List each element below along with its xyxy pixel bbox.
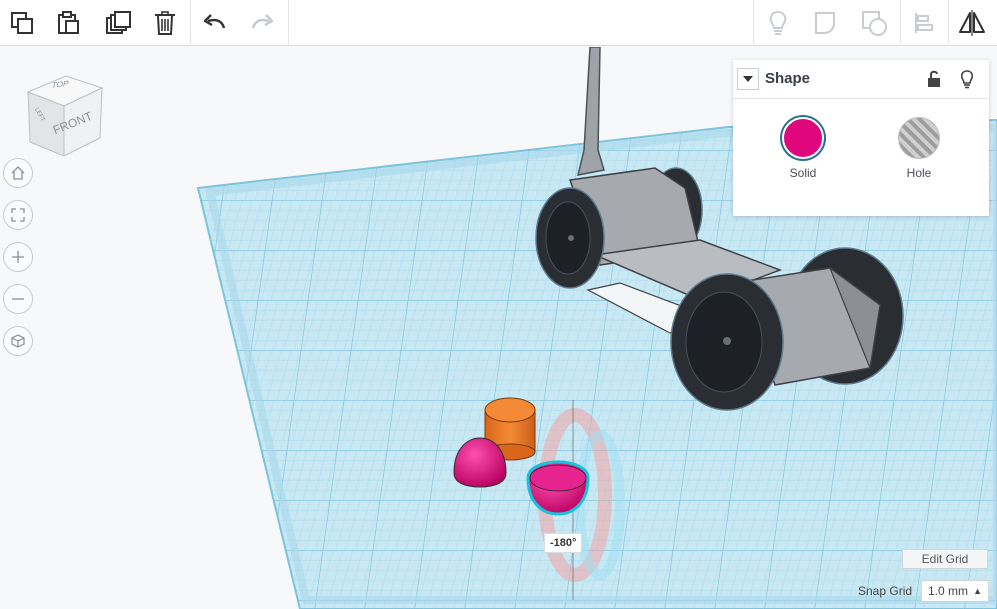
solid-color-swatch	[782, 117, 824, 159]
mirror-button[interactable]	[950, 0, 994, 46]
group-icon	[815, 12, 835, 34]
fit-view-icon	[11, 208, 25, 222]
align-icon	[915, 13, 933, 33]
zoom-in-icon	[12, 251, 24, 263]
edit-grid-button[interactable]: Edit Grid	[902, 549, 988, 569]
toolbar-divider	[190, 0, 191, 46]
zoom-out-button[interactable]	[3, 284, 33, 314]
shape-inspector-panel: Shape Solid Hole	[733, 60, 989, 216]
rotation-angle-readout: -180°	[544, 533, 583, 553]
duplicate-icon	[106, 11, 131, 34]
zoom-in-button[interactable]	[3, 242, 33, 272]
snap-grid-label: Snap Grid	[858, 584, 913, 598]
group-button[interactable]	[804, 0, 848, 46]
show-all-button[interactable]	[756, 0, 800, 46]
perspective-button[interactable]	[3, 326, 33, 356]
collapse-panel-button[interactable]	[737, 68, 759, 90]
copy-button[interactable]	[0, 0, 44, 46]
panel-title: Shape	[765, 70, 811, 87]
align-button[interactable]	[902, 0, 946, 46]
lightbulb-icon	[960, 70, 974, 89]
toolbar-divider	[900, 0, 901, 46]
ungroup-icon	[862, 11, 887, 36]
snap-grid-value: 1.0 mm	[928, 584, 969, 598]
toolbar-divider	[753, 0, 754, 46]
caret-down-icon	[743, 76, 753, 82]
mirror-icon	[959, 10, 985, 36]
home-view-button[interactable]	[3, 158, 33, 188]
zoom-out-icon	[12, 298, 24, 300]
redo-button[interactable]	[240, 0, 284, 46]
unlock-icon	[928, 70, 940, 87]
solid-label: Solid	[789, 166, 817, 180]
top-toolbar	[0, 0, 997, 46]
solid-option[interactable]: Solid	[773, 117, 833, 180]
duplicate-button[interactable]	[96, 0, 140, 46]
lock-button[interactable]	[924, 69, 944, 89]
view-cube[interactable]: TOP FRONT LEFT	[22, 72, 104, 162]
undo-icon	[203, 14, 226, 29]
toolbar-divider	[948, 0, 949, 46]
lightbulb-icon	[769, 10, 787, 35]
delete-icon	[155, 11, 175, 35]
panel-header: Shape	[733, 60, 989, 99]
hole-label: Hole	[906, 166, 932, 180]
home-view-icon	[11, 166, 25, 180]
undo-button[interactable]	[193, 0, 237, 46]
hole-option[interactable]: Hole	[889, 117, 949, 180]
perspective-icon	[11, 334, 25, 348]
hole-swatch	[898, 117, 940, 159]
ungroup-button[interactable]	[852, 0, 896, 46]
caret-up-icon: ▲	[973, 586, 982, 596]
hide-button[interactable]	[957, 69, 977, 89]
redo-icon	[251, 14, 274, 29]
copy-icon	[11, 12, 33, 34]
delete-button[interactable]	[143, 0, 187, 46]
paste-button[interactable]	[46, 0, 90, 46]
paste-icon	[58, 11, 79, 34]
fit-view-button[interactable]	[3, 200, 33, 230]
toolbar-divider	[288, 0, 289, 46]
snap-grid-select[interactable]: 1.0 mm ▲	[921, 580, 989, 602]
